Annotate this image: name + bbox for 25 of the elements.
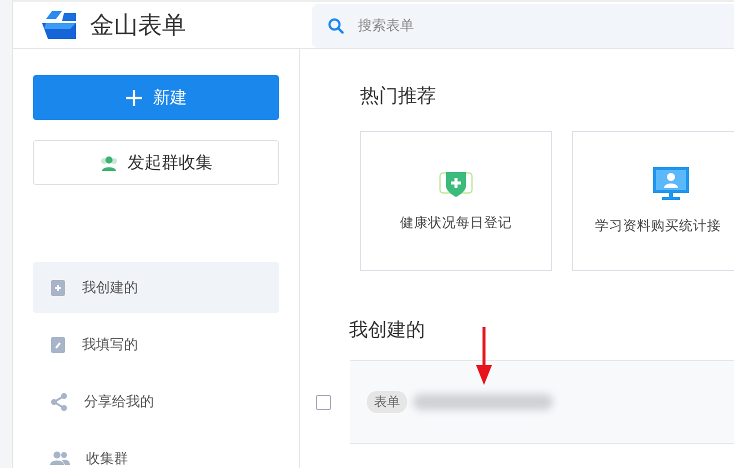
group-collect-button[interactable]: 发起群收集 <box>33 140 279 185</box>
sidebar-item[interactable]: 我创建的 <box>33 262 279 313</box>
document-pen-icon <box>50 336 66 354</box>
people-icon <box>100 154 118 170</box>
people-icon <box>50 450 70 466</box>
sidebar-item[interactable]: 分享给我的 <box>33 376 279 427</box>
shield-plus-icon <box>439 170 473 198</box>
document-plus-icon <box>50 278 66 296</box>
annotation-arrow <box>476 327 492 387</box>
logo-icon <box>42 11 78 39</box>
plus-icon <box>125 88 143 106</box>
template-card[interactable]: 健康状况每日登记 <box>360 131 552 271</box>
checkbox[interactable] <box>316 394 331 410</box>
form-row[interactable]: 表单 <box>350 360 734 444</box>
type-tag: 表单 <box>367 391 407 413</box>
sidebar-item[interactable]: 收集群 <box>33 433 279 468</box>
section-heading: 热门推荐 <box>359 84 437 109</box>
new-button[interactable]: 新建 <box>33 75 279 120</box>
section-heading: 我创建的 <box>349 318 426 343</box>
monitor-person-icon <box>653 167 689 201</box>
search-field[interactable]: 搜索表单 <box>312 4 734 48</box>
sidebar-item[interactable]: 我填写的 <box>33 319 279 370</box>
app-title: 金山表单 <box>90 10 186 41</box>
share-icon <box>50 392 68 410</box>
template-card[interactable]: 学习资料购买统计接 <box>572 131 734 271</box>
